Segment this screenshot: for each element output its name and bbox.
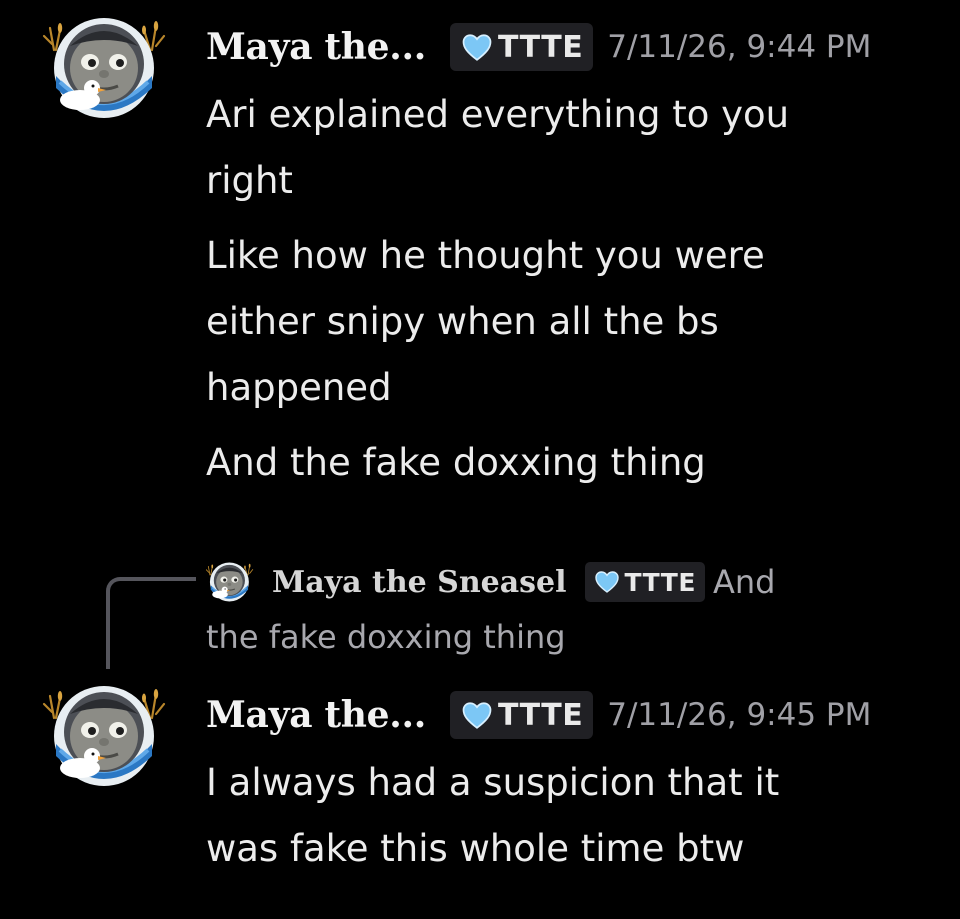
avatar[interactable] xyxy=(40,684,168,788)
reply-username[interactable]: Maya the Sneasel xyxy=(272,565,567,600)
reply-connector-line xyxy=(106,577,196,669)
message-line: Ari explained everything to you xyxy=(206,93,790,136)
reply-server-tag-label: TTTE xyxy=(624,567,696,597)
train-face-avatar-icon xyxy=(40,684,168,788)
blue-heart-icon xyxy=(462,34,492,61)
reply-server-tag[interactable]: TTTE xyxy=(584,562,705,602)
server-tag-label: TTTE xyxy=(497,697,584,733)
timestamp: 7/11/26, 9:44 PM xyxy=(607,29,872,65)
message-line: Like how he thought you were xyxy=(206,234,765,277)
reply-avatar-icon xyxy=(206,558,262,606)
username[interactable]: Maya the... xyxy=(206,26,426,68)
blue-heart-icon xyxy=(595,571,619,593)
blue-heart-icon xyxy=(462,702,492,729)
server-tag[interactable]: TTTE xyxy=(449,691,594,739)
message-content: I always had a suspicion that it was fak… xyxy=(206,750,906,882)
message-line: right xyxy=(206,159,293,202)
reply-reference[interactable]: Maya the Sneasel TTTE And xyxy=(206,558,775,606)
server-tag[interactable]: TTTE xyxy=(449,23,594,71)
timestamp: 7/11/26, 9:45 PM xyxy=(607,697,872,733)
message-line: happened xyxy=(206,366,392,409)
username[interactable]: Maya the... xyxy=(206,694,426,736)
avatar[interactable] xyxy=(40,16,168,120)
message-line: And the fake doxxing thing xyxy=(206,441,706,484)
train-face-avatar-icon xyxy=(40,16,168,120)
server-tag-label: TTTE xyxy=(497,29,584,65)
reply-snippet-continued: the fake doxxing thing xyxy=(206,618,566,656)
message-header: Maya the... TTTE 7/11/26, 9:44 PM xyxy=(206,22,871,72)
message-line: was fake this whole time btw xyxy=(206,827,745,870)
message-content: Ari explained everything to you right Li… xyxy=(206,82,906,496)
reply-snippet: And xyxy=(712,563,776,601)
message-line: I always had a suspicion that it xyxy=(206,761,780,804)
message-header: Maya the... TTTE 7/11/26, 9:45 PM xyxy=(206,690,871,740)
message-line: either snipy when all the bs xyxy=(206,300,719,343)
